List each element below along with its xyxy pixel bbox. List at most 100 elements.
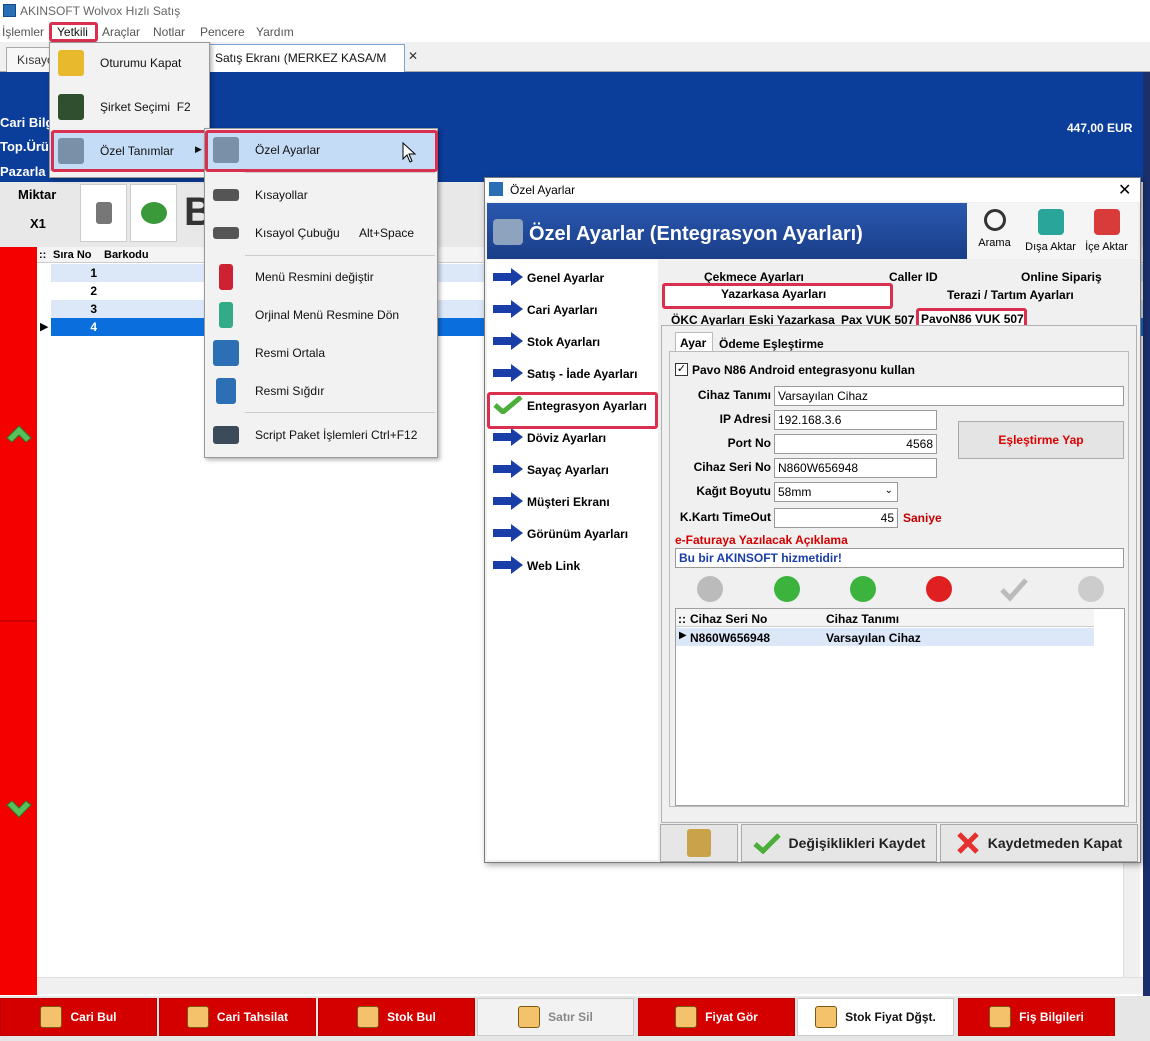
nav-web-link[interactable]: Web Link — [491, 550, 656, 582]
magnifier-icon — [983, 209, 1006, 231]
satir-sil-button[interactable]: Satır Sil — [477, 998, 634, 1036]
pair-row[interactable]: ▶ N860W656948 Varsayılan Cihaz — [676, 628, 1094, 646]
menu-script-paket[interactable]: Script Paket İşlemleri Ctrl+F12 — [205, 416, 437, 454]
arrow-right-icon — [493, 268, 523, 286]
menu-resim-degistir[interactable]: Menü Resmini değiştir — [205, 258, 437, 296]
nav-cari-ayarlari[interactable]: Cari Ayarları — [491, 294, 656, 326]
tab-ayar[interactable]: Ayar — [680, 336, 706, 350]
kaydet-button[interactable]: Değişiklikleri Kaydet — [741, 824, 937, 862]
highlight-entegrasyon — [487, 392, 658, 429]
tab-close-icon[interactable]: ✕ — [408, 49, 418, 63]
right-edge-strip — [1143, 72, 1150, 996]
image-restore-icon — [219, 302, 233, 328]
menu-pencere[interactable]: Pencere — [200, 25, 245, 39]
menu-orjinal-resim[interactable]: Orjinal Menü Resmine Dön — [205, 296, 437, 334]
kagit-boyutu-select[interactable]: 58mm ⌄ — [774, 482, 898, 502]
tab-online-siparis[interactable]: Online Sipariş — [1021, 270, 1102, 284]
dialog-close-icon[interactable]: ✕ — [1118, 180, 1131, 200]
tab-satis-ekrani[interactable]: Satış Ekranı (MERKEZ KASA/M — [200, 44, 405, 72]
highlight-yetkili — [49, 22, 98, 42]
pazarlama-label: Pazarla — [0, 164, 46, 179]
tab-caller-id[interactable]: Caller ID — [889, 270, 938, 284]
pavo-entegrasyon-checkbox[interactable]: ✓ — [675, 363, 688, 376]
receipt-icon — [186, 1006, 209, 1028]
nav-gorunum-ayarlari[interactable]: Görünüm Ayarları — [491, 518, 656, 550]
menu-sirket-secimi[interactable]: Şirket Seçimi F2 — [50, 87, 209, 127]
fis-bilgileri-button[interactable]: Fiş Bilgileri — [958, 998, 1115, 1036]
cancel-icon[interactable] — [1078, 576, 1104, 602]
menu-oturumu-kapat[interactable]: Oturumu Kapat — [50, 43, 209, 83]
nav-stok-ayarlari[interactable]: Stok Ayarları — [491, 326, 656, 358]
cari-tahsilat-button[interactable]: Cari Tahsilat — [159, 998, 316, 1036]
ice-aktar-button[interactable]: İçe Aktar — [1079, 207, 1134, 257]
nav-satis-iade-ayarlari[interactable]: Satış - İade Ayarları — [491, 358, 656, 390]
ip-adresi-field[interactable]: 192.168.3.6 — [774, 410, 937, 430]
ip-adresi-label: IP Adresi — [719, 412, 771, 426]
cihaz-tanimi-field[interactable]: Varsayılan Cihaz — [774, 386, 1124, 406]
coins-icon — [675, 1006, 698, 1028]
chevron-down-icon: ⌄ — [884, 485, 893, 496]
scroll-up-icon[interactable] — [4, 418, 34, 448]
device-pair-grid: :: Cihaz Seri No Cihaz Tanımı ▶ N860W656… — [675, 608, 1125, 806]
row-pointer-icon: ▶ — [40, 321, 49, 333]
menu-resmi-sigdir[interactable]: Resmi Sığdır — [205, 372, 437, 410]
disa-aktar-button[interactable]: Dışa Aktar — [1023, 207, 1078, 257]
tab-odeme-eslestirme[interactable]: Ödeme Eşleştirme — [719, 337, 824, 351]
confirm-icon[interactable] — [1000, 576, 1028, 602]
arrow-right-icon — [493, 492, 523, 510]
timeout-unit: Saniye — [903, 511, 942, 525]
menu-bar: İşlemler Yetkili Araçlar Notlar Pencere … — [0, 22, 1150, 42]
tab-terazi-tartim[interactable]: Terazi / Tartım Ayarları — [947, 288, 1074, 302]
app-title: AKINSOFT Wolvox Hızlı Satış — [20, 4, 181, 18]
eslestirme-yap-button[interactable]: Eşleştirme Yap — [958, 421, 1124, 459]
efatura-field[interactable]: Bu bir AKINSOFT hizmetidir! — [675, 548, 1124, 568]
nav-last-icon[interactable] — [774, 576, 800, 602]
kkarti-timeout-field[interactable]: 45 — [774, 508, 898, 528]
arama-button[interactable]: Arama — [967, 207, 1022, 257]
exit-button[interactable] — [660, 824, 738, 862]
menu-kisayol-cubugu[interactable]: Kısayol Çubuğu Alt+Space — [205, 214, 437, 252]
row-pointer-icon: ▶ — [679, 630, 687, 641]
col-cihaz-seri-no[interactable]: Cihaz Seri No — [690, 612, 767, 626]
cari-bul-button[interactable]: Cari Bul — [0, 998, 157, 1036]
menu-resmi-ortala[interactable]: Resmi Ortala — [205, 334, 437, 372]
kaydetmeden-kapat-button[interactable]: Kaydetmeden Kapat — [940, 824, 1138, 862]
total-amount: 447,00 EUR — [1067, 121, 1133, 135]
vertical-scrollbar[interactable] — [1123, 860, 1140, 980]
scroll-down-icon[interactable] — [4, 795, 34, 825]
menu-islemler[interactable]: İşlemler — [2, 25, 44, 39]
col-sira-no[interactable]: Sıra No — [53, 249, 92, 261]
refresh-button[interactable] — [130, 184, 177, 242]
nav-musteri-ekrani[interactable]: Müşteri Ekranı — [491, 486, 656, 518]
fiyat-gor-button[interactable]: Fiyat Gör — [638, 998, 795, 1036]
cihaz-seri-no-label: Cihaz Seri No — [693, 460, 771, 474]
stok-bul-button[interactable]: Stok Bul — [318, 998, 475, 1036]
dialog-header: Özel Ayarlar (Entegrasyon Ayarları) Aram… — [487, 203, 1138, 259]
nav-genel-ayarlar[interactable]: Genel Ayarlar — [491, 262, 656, 294]
nav-first-icon[interactable] — [697, 576, 723, 602]
menu-kisayollar[interactable]: Kısayollar — [205, 176, 437, 214]
lock-icon — [58, 50, 84, 76]
keyboard-icon — [213, 189, 239, 201]
stok-fiyat-degistir-button[interactable]: Stok Fiyat Dğşt. — [797, 998, 954, 1036]
dialog-footer: Değişiklikleri Kaydet Kaydetmeden Kapat — [660, 824, 1140, 862]
delete-icon[interactable] — [926, 576, 952, 602]
add-icon[interactable] — [850, 576, 876, 602]
menu-notlar[interactable]: Notlar — [153, 25, 185, 39]
scanner-icon — [95, 202, 112, 224]
menu-yardim[interactable]: Yardım — [256, 25, 294, 39]
col-barkodu[interactable]: Barkodu — [104, 249, 149, 261]
horizontal-scrollbar[interactable] — [37, 977, 1143, 994]
port-no-field[interactable]: 4568 — [774, 434, 937, 454]
ozel-tanimlar-submenu: Özel Ayarlar Kısayollar Kısayol Çubuğu Al… — [204, 128, 438, 458]
refresh-icon — [140, 202, 167, 224]
image-edit-icon — [219, 264, 233, 290]
barcode-scanner-button[interactable] — [80, 184, 127, 242]
tab-cekmece-ayarlari[interactable]: Çekmece Ayarları — [704, 270, 804, 284]
menu-araclar[interactable]: Araçlar — [102, 25, 140, 39]
arrow-right-icon — [493, 428, 523, 446]
arrow-right-icon — [493, 556, 523, 574]
nav-sayac-ayarlari[interactable]: Sayaç Ayarları — [491, 454, 656, 486]
cihaz-seri-no-field[interactable]: N860W656948 — [774, 458, 937, 478]
col-cihaz-tanimi[interactable]: Cihaz Tanımı — [826, 612, 899, 626]
